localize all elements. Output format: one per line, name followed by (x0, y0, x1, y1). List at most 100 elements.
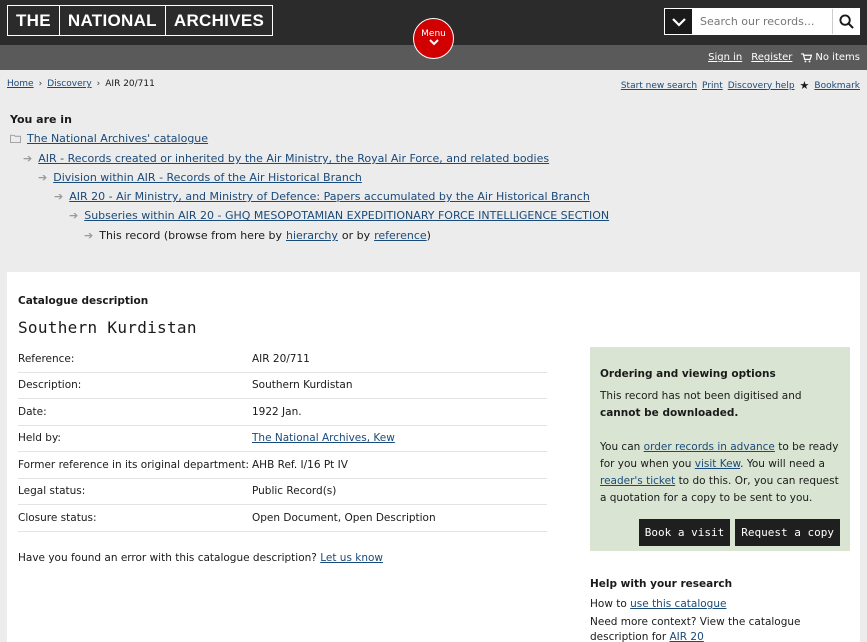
order-in-advance-link[interactable]: order records in advance (644, 441, 775, 453)
search-button[interactable] (832, 9, 859, 34)
use-catalogue-link[interactable]: use this catalogue (630, 598, 726, 610)
arrow-right-icon: ➔ (38, 171, 48, 184)
let-us-know-link[interactable]: Let us know (320, 552, 383, 564)
help-context: Need more context? View the catalogue de… (590, 615, 855, 642)
cannot-download-text: cannot be downloaded. (600, 407, 739, 419)
ordering-title: Ordering and viewing options (600, 368, 776, 380)
help-text: How to (590, 598, 627, 610)
book-a-visit-button[interactable]: Book a visit (638, 519, 731, 546)
detail-value: 1922 Jan. (252, 405, 302, 418)
chevron-down-icon (671, 17, 686, 27)
search-bar (664, 8, 860, 35)
arrow-right-icon: ➔ (54, 190, 64, 203)
account-links: Sign in Register No items (708, 45, 860, 70)
hierarchy-link-catalogue[interactable]: The National Archives' catalogue (27, 132, 208, 145)
help-how-to: How to use this catalogue (590, 598, 726, 610)
ordering-options-box: Ordering and viewing options This record… (590, 347, 850, 551)
hierarchy-level-0: The National Archives' catalogue (10, 132, 208, 145)
record-details-table: Reference: AIR 20/711 Description: South… (18, 346, 547, 532)
basket[interactable]: No items (801, 52, 860, 63)
cart-icon (801, 52, 813, 62)
search-input[interactable] (692, 9, 832, 34)
breadcrumb-current: AIR 20/711 (105, 79, 155, 89)
detail-key: Reference: (18, 352, 75, 365)
breadcrumb-discovery[interactable]: Discovery (47, 79, 91, 89)
detail-key: Date: (18, 405, 47, 418)
discovery-help-link[interactable]: Discovery help (728, 81, 795, 91)
detail-value: Open Document, Open Description (252, 511, 436, 524)
detail-row-closure-status: Closure status: Open Document, Open Desc… (18, 505, 547, 532)
ordering-instructions: You can order records in advance to be r… (600, 439, 840, 507)
hierarchy-level-1: ➔ AIR - Records created or inherited by … (23, 152, 549, 165)
hierarchy-link-subseries[interactable]: Subseries within AIR 20 - GHQ MESOPOTAMI… (84, 209, 609, 222)
report-error-line: Have you found an error with this catalo… (18, 552, 383, 564)
help-title: Help with your research (590, 578, 733, 590)
ordering-text: This record has not been digitised and (600, 390, 802, 402)
record-title: Southern Kurdistan (18, 318, 197, 337)
detail-value: AIR 20/711 (252, 352, 310, 365)
record-panel: Catalogue description Southern Kurdistan… (7, 272, 860, 642)
star-icon: ★ (799, 79, 810, 92)
arrow-right-icon: ➔ (84, 229, 94, 242)
hierarchy-link-air[interactable]: AIR - Records created or inherited by th… (38, 152, 549, 165)
this-record-text: This record (browse from here by (99, 229, 282, 242)
chevron-right-icon: › (96, 79, 101, 89)
search-icon (838, 14, 854, 29)
ordering-text: You can (600, 441, 641, 453)
ordering-digitised-note: This record has not been digitised and c… (600, 388, 840, 422)
basket-count: No items (815, 52, 860, 63)
detail-key: Former reference in its original departm… (18, 458, 250, 471)
detail-row-former-reference: Former reference in its original departm… (18, 452, 547, 479)
chevron-down-icon (428, 39, 439, 46)
browse-hierarchy-link[interactable]: hierarchy (286, 229, 338, 242)
logo-word-3: ARCHIVES (164, 6, 272, 35)
register-link[interactable]: Register (751, 52, 792, 63)
detail-row-description: Description: Southern Kurdistan (18, 373, 547, 399)
detail-key: Legal status: (18, 485, 86, 498)
detail-key: Closure status: (18, 511, 97, 524)
detail-row-held-by: Held by: The National Archives, Kew (18, 426, 547, 452)
air20-link[interactable]: AIR 20 (670, 631, 704, 642)
print-link[interactable]: Print (702, 81, 723, 91)
bookmark-link[interactable]: Bookmark (814, 81, 860, 91)
utility-links: Start new search Print Discovery help ★ … (621, 79, 860, 92)
menu-button[interactable]: Menu (413, 18, 454, 59)
ordering-buttons: Book a visit Request a copy (638, 519, 840, 546)
detail-value: Southern Kurdistan (252, 379, 353, 392)
hierarchy-level-3: ➔ AIR 20 - Air Ministry, and Ministry of… (54, 190, 590, 203)
you-are-in-heading: You are in (10, 113, 72, 126)
breadcrumb-home[interactable]: Home (7, 79, 34, 89)
ordering-text: . You will need a (740, 458, 825, 470)
detail-key: Held by: (18, 432, 61, 445)
chevron-right-icon: › (38, 79, 43, 89)
catalogue-description-label: Catalogue description (18, 295, 149, 307)
detail-key: Description: (18, 379, 82, 392)
or-by-text: or by (341, 229, 371, 242)
detail-row-date: Date: 1922 Jan. (18, 399, 547, 426)
detail-value: Public Record(s) (252, 485, 337, 498)
logo-word-1: THE (16, 11, 51, 30)
hierarchy-level-5: ➔ This record (browse from here by hiera… (84, 229, 431, 242)
logo-word-2: NATIONAL (58, 6, 165, 35)
visit-kew-link[interactable]: visit Kew (695, 458, 740, 470)
sign-in-link[interactable]: Sign in (708, 52, 742, 63)
hierarchy-link-air20[interactable]: AIR 20 - Air Ministry, and Ministry of D… (69, 190, 590, 203)
readers-ticket-link[interactable]: reader's ticket (600, 475, 675, 487)
request-a-copy-button[interactable]: Request a copy (735, 519, 840, 546)
hierarchy-level-2: ➔ Division within AIR - Records of the A… (38, 171, 362, 184)
folder-icon (10, 134, 21, 143)
hierarchy-level-4: ➔ Subseries within AIR 20 - GHQ MESOPOTA… (69, 209, 609, 222)
browse-reference-link[interactable]: reference (374, 229, 427, 242)
start-new-search-link[interactable]: Start new search (621, 81, 697, 91)
breadcrumb: Home › Discovery › AIR 20/711 (7, 79, 155, 89)
error-question-text: Have you found an error with this catalo… (18, 552, 317, 564)
close-paren-text: ) (426, 229, 431, 242)
site-logo[interactable]: THE NATIONAL ARCHIVES (7, 5, 274, 36)
arrow-right-icon: ➔ (23, 152, 33, 165)
search-scope-toggle[interactable] (665, 9, 692, 34)
held-by-link[interactable]: The National Archives, Kew (252, 432, 547, 444)
detail-row-legal-status: Legal status: Public Record(s) (18, 479, 547, 505)
detail-row-reference: Reference: AIR 20/711 (18, 346, 547, 373)
hierarchy-link-division[interactable]: Division within AIR - Records of the Air… (53, 171, 362, 184)
arrow-right-icon: ➔ (69, 209, 79, 222)
